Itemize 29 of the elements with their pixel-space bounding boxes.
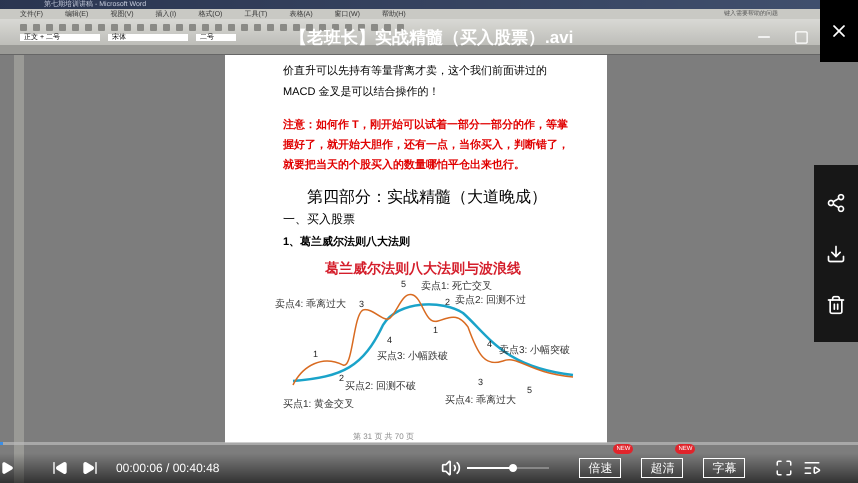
signal-label: 卖点2: 回测不过 [455, 295, 526, 306]
wave-number: 3 [478, 377, 484, 387]
player-option-button[interactable]: 字幕 [703, 458, 746, 478]
signal-label: 卖点4: 乖离过大 [275, 299, 346, 310]
subheading: 一、买入股票 [283, 211, 356, 228]
body-paragraph: 价直升可以先持有等量背离才卖，这个我们前面讲过的 MACD 金叉是可以结合操作的！ [283, 64, 548, 100]
signal-label: 卖点1: 死亡交叉 [421, 281, 492, 292]
wave-number: 4 [387, 335, 392, 345]
player-option-button[interactable]: 倍速 [579, 458, 622, 478]
wave-number: 2 [339, 373, 344, 383]
wave-number: 5 [401, 279, 406, 289]
signal-label: 买点3: 小幅跌破 [377, 351, 448, 362]
list-item: 1、葛兰威尔法则八大法则 [283, 234, 412, 250]
time-display: 00:00:06 / 00:40:48 [116, 460, 220, 477]
wave-number: 5 [527, 385, 532, 395]
wave-number: 2 [445, 297, 450, 307]
video-title: 【老班长】实战精髓（买入股票）.avi [290, 28, 574, 46]
wave-number: 4 [487, 339, 492, 349]
figure-title: 葛兰威尔法则八大法则与波浪线 [325, 260, 521, 276]
player-option-button[interactable]: 超清 [641, 458, 684, 478]
section-heading: 第四部分：实战精髓（大道晚成） [307, 188, 548, 208]
note-paragraph: 注意：如何作 T，刚开始可以试着一部分一部分的作，等掌握好了，就开始大胆作，还有一点，当你买入，判断错了，就要把当天的个股买入的数量哪怕平仓出来也行。 [283, 117, 570, 173]
wave-number: 1 [433, 325, 438, 335]
page-footer: 第 31 页 共 70 页 [353, 433, 571, 441]
signal-label: 买点4: 乖离过大 [445, 395, 516, 406]
wave-number: 3 [359, 299, 364, 309]
signal-label: 买点2: 回测不破 [345, 381, 416, 392]
wave-number: 1 [313, 349, 318, 359]
signal-label: 买点1: 黄金交叉 [283, 399, 354, 410]
